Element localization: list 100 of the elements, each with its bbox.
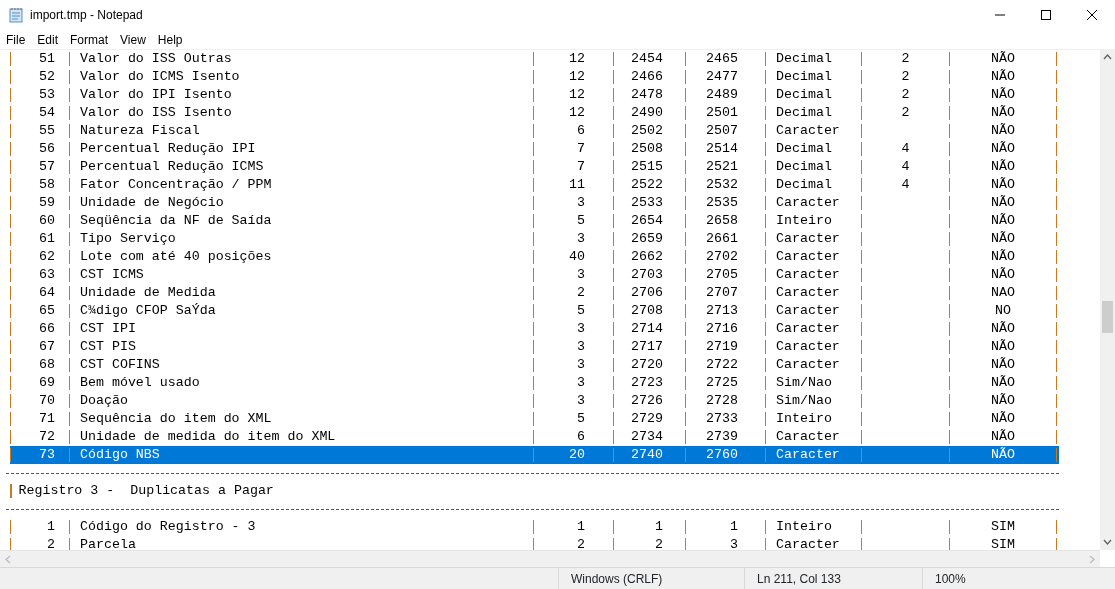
end-position: 2477	[706, 69, 738, 84]
end-position: 2707	[706, 285, 738, 300]
menu-item[interactable]: Help	[151, 29, 189, 50]
start-position: 2454	[631, 51, 663, 66]
scroll-up-icon	[1103, 54, 1112, 60]
data-type: Caracter	[776, 123, 840, 138]
field-name: Fator Concentração / PPM	[80, 177, 272, 192]
line-number: 69	[39, 375, 55, 390]
end-position: 2713	[706, 303, 738, 318]
decimal-places: 2	[901, 69, 910, 84]
line-number: 64	[39, 285, 55, 300]
line-number: 55	[39, 123, 55, 138]
decimal-places: 4	[901, 159, 910, 174]
data-type: Decimal	[776, 177, 832, 192]
field-name: CST PIS	[80, 339, 136, 354]
data-type: Inteiro	[776, 519, 832, 534]
field-size: 3	[577, 393, 585, 408]
status-text: Windows (CRLF)	[571, 570, 663, 588]
end-position: 2489	[706, 87, 738, 102]
field-size: 2	[577, 285, 585, 300]
required-text: NÃO	[991, 429, 1015, 444]
notepad-icon	[8, 7, 24, 23]
field-size: 6	[577, 123, 585, 138]
status-text: Ln 211, Col 133	[757, 570, 841, 588]
required-text: NAO	[991, 285, 1015, 300]
field-size: 12	[569, 69, 585, 84]
start-position: 1	[655, 519, 663, 534]
data-type: Decimal	[776, 69, 832, 84]
data-type: Caracter	[776, 267, 840, 282]
field-name: Bem móvel usado	[80, 375, 200, 390]
scroll-right-icon	[1089, 554, 1095, 564]
start-position: 2662	[631, 249, 663, 264]
vertical-scrollbar[interactable]	[1100, 50, 1115, 550]
field-size: 7	[577, 159, 585, 174]
field-size: 5	[577, 411, 585, 426]
data-type: Caracter	[776, 195, 840, 210]
end-position: 2739	[706, 429, 738, 444]
end-position: 2728	[706, 393, 738, 408]
end-position: 2702	[706, 249, 738, 264]
section-heading: Registro 3 - Duplicatas a Pagar	[18, 482, 274, 501]
end-position: 2514	[706, 141, 738, 156]
menu-item[interactable]: Edit	[31, 29, 65, 50]
data-type: Decimal	[776, 141, 832, 156]
scroll-down-icon	[1103, 539, 1112, 545]
menu-item[interactable]: View	[114, 29, 152, 50]
line-number: 1	[47, 519, 55, 534]
field-size: 5	[577, 303, 585, 318]
scrollbar-thumb[interactable]	[1102, 301, 1113, 333]
end-position: 1	[730, 519, 738, 534]
status-text: 100%	[935, 570, 966, 588]
required-text: NÃO	[991, 231, 1015, 246]
window-title: import.tmp - Notepad	[30, 7, 143, 24]
field-size: 3	[577, 339, 585, 354]
start-position: 2714	[631, 321, 663, 336]
field-name: Seqüência da NF de Saída	[80, 213, 272, 228]
line-number: 2	[47, 537, 55, 550]
end-position: 2521	[706, 159, 738, 174]
data-type: Decimal	[776, 105, 832, 120]
end-position: 2465	[706, 51, 738, 66]
field-size: 12	[569, 51, 585, 66]
data-type: Inteiro	[776, 411, 832, 426]
field-size: 20	[569, 447, 585, 462]
line-number: 54	[39, 105, 55, 120]
start-position: 2659	[631, 231, 663, 246]
line-number: 56	[39, 141, 55, 156]
horizontal-scrollbar[interactable]	[0, 550, 1100, 567]
end-position: 3	[730, 537, 738, 550]
required-text: NÃO	[991, 105, 1015, 120]
field-name: Valor do ISS Outras	[80, 51, 232, 66]
required-text: NÃO	[991, 159, 1015, 174]
line-number: 53	[39, 87, 55, 102]
field-name: Parcela	[80, 537, 136, 550]
data-type: Caracter	[776, 285, 840, 300]
data-type: Caracter	[776, 339, 840, 354]
required-text: NÃO	[991, 339, 1015, 354]
line-number: 63	[39, 267, 55, 282]
start-position: 2478	[631, 87, 663, 102]
menu-item[interactable]: File	[0, 29, 32, 50]
required-text: NÃO	[991, 375, 1015, 390]
required-text: NÃO	[991, 411, 1015, 426]
line-number: 67	[39, 339, 55, 354]
field-name: Unidade de medida do item do XML	[80, 429, 336, 444]
field-size: 40	[569, 249, 585, 264]
line-number: 52	[39, 69, 55, 84]
field-name: C¾digo CFOP SaÝda	[80, 303, 216, 318]
field-name: Sequência do item do XML	[80, 411, 272, 426]
end-position: 2716	[706, 321, 738, 336]
start-position: 2508	[631, 141, 663, 156]
maximize-icon	[1041, 10, 1051, 20]
start-position: 2502	[631, 123, 663, 138]
line-number: 70	[39, 393, 55, 408]
field-name: Percentual Redução IPI	[80, 141, 256, 156]
decimal-places: 2	[901, 105, 910, 120]
data-type: Caracter	[776, 429, 840, 444]
line-number: 51	[39, 51, 55, 66]
end-position: 2532	[706, 177, 738, 192]
end-position: 2725	[706, 375, 738, 390]
line-number: 66	[39, 321, 55, 336]
menu-item[interactable]: Format	[64, 29, 115, 50]
field-name: Unidade de Negócio	[80, 195, 224, 210]
